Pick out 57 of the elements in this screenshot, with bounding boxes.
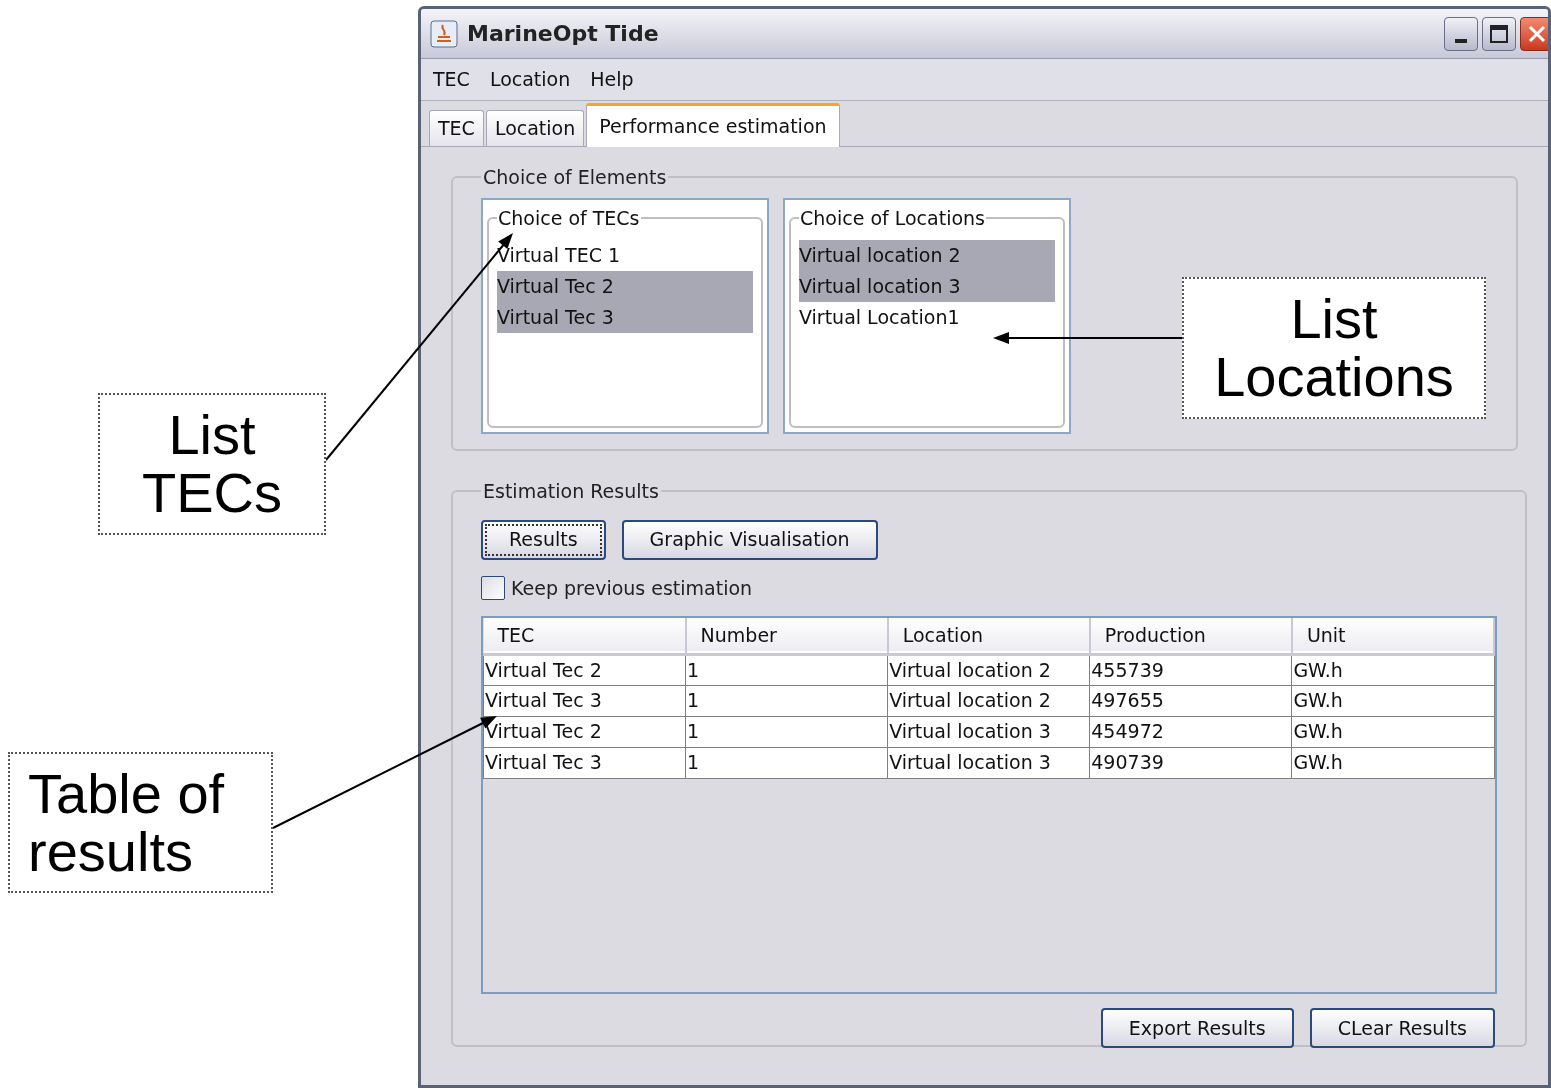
maximize-button[interactable] (1482, 16, 1516, 51)
table-cell: 1 (685, 747, 888, 778)
table-cell: Virtual location 3 (887, 716, 1090, 747)
column-header[interactable]: Unit (1306, 624, 1346, 646)
table-cell: 490739 (1089, 747, 1292, 778)
minimize-button[interactable] (1444, 16, 1478, 51)
window-title: MarineOpt Tide (467, 20, 660, 48)
button[interactable]: CLear Results (1309, 1008, 1495, 1048)
table-cell: 454972 (1089, 716, 1292, 747)
tab[interactable]: TEC (429, 110, 484, 146)
list-item[interactable]: Virtual location 2 (799, 240, 1055, 271)
app-icon (429, 18, 459, 49)
table-cell: Virtual Tec 2 (483, 654, 686, 685)
close-button[interactable] (1520, 16, 1548, 51)
table-cell: GW.h (1291, 716, 1494, 747)
menu-item[interactable]: Help (584, 65, 640, 94)
list-item[interactable]: Virtual location 3 (799, 271, 1055, 302)
table-cell: 497655 (1089, 685, 1292, 716)
table-cell: 455739 (1089, 654, 1292, 685)
table-cell: 1 (685, 716, 888, 747)
annotation-callout: List TECs (98, 393, 326, 535)
table-cell: Virtual Tec 3 (483, 747, 686, 778)
list-title: Choice of Locations (799, 205, 986, 231)
list-item[interactable]: Virtual Tec 3 (497, 302, 753, 333)
table-cell: Virtual location 2 (887, 685, 1090, 716)
table-cell: Virtual Tec 3 (483, 685, 686, 716)
table-cell: 1 (685, 654, 888, 685)
list-item[interactable]: Virtual Tec 2 (497, 271, 753, 302)
table-cell: Virtual location 3 (887, 747, 1090, 778)
menu-item[interactable]: TEC (427, 65, 476, 94)
group-title: Choice of Elements (482, 165, 668, 190)
menu-item[interactable]: Location (483, 65, 577, 94)
column-header[interactable]: Number (700, 624, 777, 646)
table-cell: GW.h (1291, 654, 1494, 685)
button[interactable]: Graphic Visualisation (621, 519, 878, 560)
close-icon (1527, 23, 1547, 44)
column-header[interactable]: Production (1104, 624, 1206, 646)
table-cell: 1 (685, 685, 888, 716)
checkbox-label: Keep previous estimation (511, 575, 753, 601)
maximize-icon (1490, 24, 1508, 43)
table-cell: GW.h (1291, 747, 1494, 778)
table-cell: GW.h (1291, 685, 1494, 716)
tab[interactable]: Performance estimation (586, 103, 840, 147)
annotation-callout: List Locations (1182, 277, 1486, 419)
group-title: Estimation Results (482, 479, 660, 504)
minimize-icon (1455, 38, 1467, 43)
button[interactable]: Export Results (1100, 1008, 1294, 1048)
column-header[interactable]: Location (902, 624, 984, 646)
annotation-callout: Table of results (8, 752, 273, 893)
button[interactable]: Results (481, 519, 606, 560)
tab[interactable]: Location (485, 110, 585, 146)
table-cell: Virtual location 2 (887, 654, 1090, 685)
list-title: Choice of TECs (497, 205, 641, 231)
list-item[interactable]: Virtual Location1 (799, 302, 1055, 333)
checkbox[interactable] (481, 575, 505, 600)
column-header[interactable]: TEC (497, 624, 535, 646)
list-item[interactable]: Virtual TEC 1 (497, 240, 753, 271)
